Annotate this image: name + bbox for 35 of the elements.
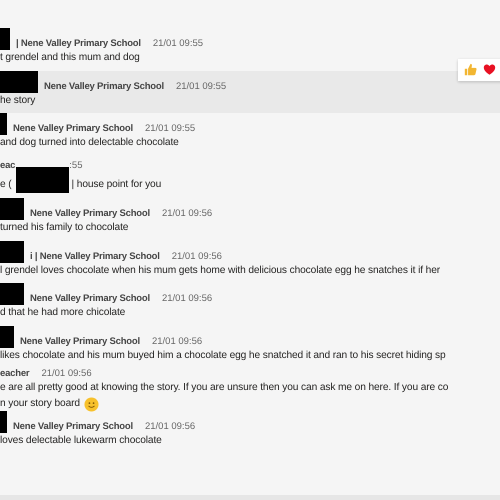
sender-name: Nene Valley Primary School — [44, 80, 164, 92]
sender-name: Nene Valley Primary School — [30, 208, 150, 220]
timestamp: :55 — [69, 160, 82, 172]
heart-icon[interactable] — [483, 63, 496, 76]
timestamp: 21/01 09:55 — [176, 80, 226, 92]
message-text: loves delectable lukewarm chocolate — [0, 434, 162, 448]
message-text: | house point for you — [72, 178, 162, 192]
timestamp: 21/01 09:56 — [172, 250, 222, 262]
timestamp: 21/01 09:56 — [144, 420, 196, 432]
message-text: l grendel loves chocolate when his mum gets home with delicious chocolate egg he snatches it if her — [0, 264, 440, 278]
timestamp: 21/01 09:56 — [152, 336, 202, 348]
timestamp: 21/01 09:55 — [144, 123, 196, 135]
message-text: likes chocolate and his mum buyed him a chocolate egg he snatched it and ran to his secret hiding sp — [0, 348, 446, 362]
timestamp: 21/01 09:56 — [162, 293, 212, 305]
sender-name: Nene Valley Primary School — [30, 293, 150, 305]
sender-name: i | Nene Valley Primary School — [30, 250, 160, 262]
timestamp: 21/01 09:56 — [162, 208, 212, 220]
message-text: t grendel and this mum and dog — [0, 51, 140, 65]
message-text: and dog turned into delectable chocolate — [0, 136, 179, 150]
sender-name: Nene Valley Primary School — [13, 123, 133, 135]
timestamp: 21/01 09:56 — [41, 368, 92, 380]
message-text: he story — [0, 94, 36, 108]
message-text: e are all pretty good at knowing the story. If you are unsure then you can ask me on here. If you are co — [0, 381, 448, 395]
message-text: n your story board — [0, 397, 80, 411]
timestamp: 21/01 09:55 — [152, 38, 204, 50]
sender-name: Nene Valley Primary School — [20, 336, 140, 348]
sender-name: eac — [0, 160, 16, 172]
message-text: d that he had more chicolate — [0, 306, 126, 320]
smiley-icon — [84, 396, 99, 412]
message-text: turned his family to chocolate — [0, 221, 128, 235]
sender-name: eacher — [0, 368, 30, 380]
message-text: e ( — [0, 178, 12, 192]
sender-name: Nene Valley Primary School — [13, 420, 133, 432]
sender-name: | Nene Valley Primary School — [16, 38, 141, 50]
thumbs-up-icon[interactable] — [464, 63, 477, 76]
